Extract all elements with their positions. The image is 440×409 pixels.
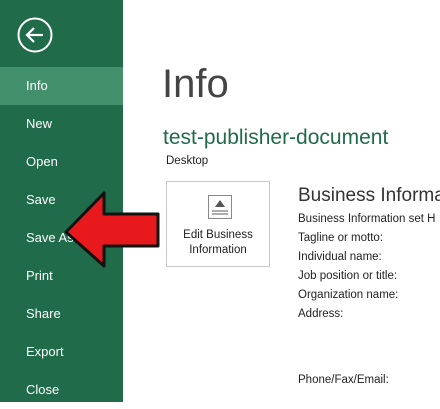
business-info-field: Phone/Fax/Email: xyxy=(298,374,389,386)
page-title: Info xyxy=(162,62,229,106)
document-location: Desktop xyxy=(166,155,209,167)
business-info-field: Organization name: xyxy=(298,289,399,301)
edit-card-line1: Edit Business xyxy=(183,229,253,241)
business-information-title: Business Informat xyxy=(298,185,440,206)
edit-business-information-label: Edit Business Information xyxy=(167,228,269,258)
business-info-field: Individual name: xyxy=(298,251,382,263)
red-arrow-icon xyxy=(64,191,160,268)
business-info-field: Tagline or motto: xyxy=(298,232,384,244)
sidebar-item-close[interactable]: Close xyxy=(0,371,123,409)
business-info-field: Business Information set H xyxy=(298,213,436,225)
sidebar-item-export[interactable]: Export xyxy=(0,333,123,371)
back-arrow-circle-icon xyxy=(17,17,53,53)
business-info-field: Job position or title: xyxy=(298,270,398,282)
edit-card-line2: Information xyxy=(189,244,247,256)
sidebar-item-info[interactable]: Info xyxy=(0,67,123,105)
sidebar-item-new[interactable]: New xyxy=(0,105,123,143)
back-button[interactable] xyxy=(16,16,54,54)
business-info-field: Address: xyxy=(298,308,344,320)
document-name: test-publisher-document xyxy=(163,126,389,149)
sidebar-item-share[interactable]: Share xyxy=(0,295,123,333)
edit-business-information-button[interactable]: Edit Business Information xyxy=(166,181,270,267)
business-card-icon xyxy=(208,195,232,219)
sidebar-item-open[interactable]: Open xyxy=(0,143,123,181)
